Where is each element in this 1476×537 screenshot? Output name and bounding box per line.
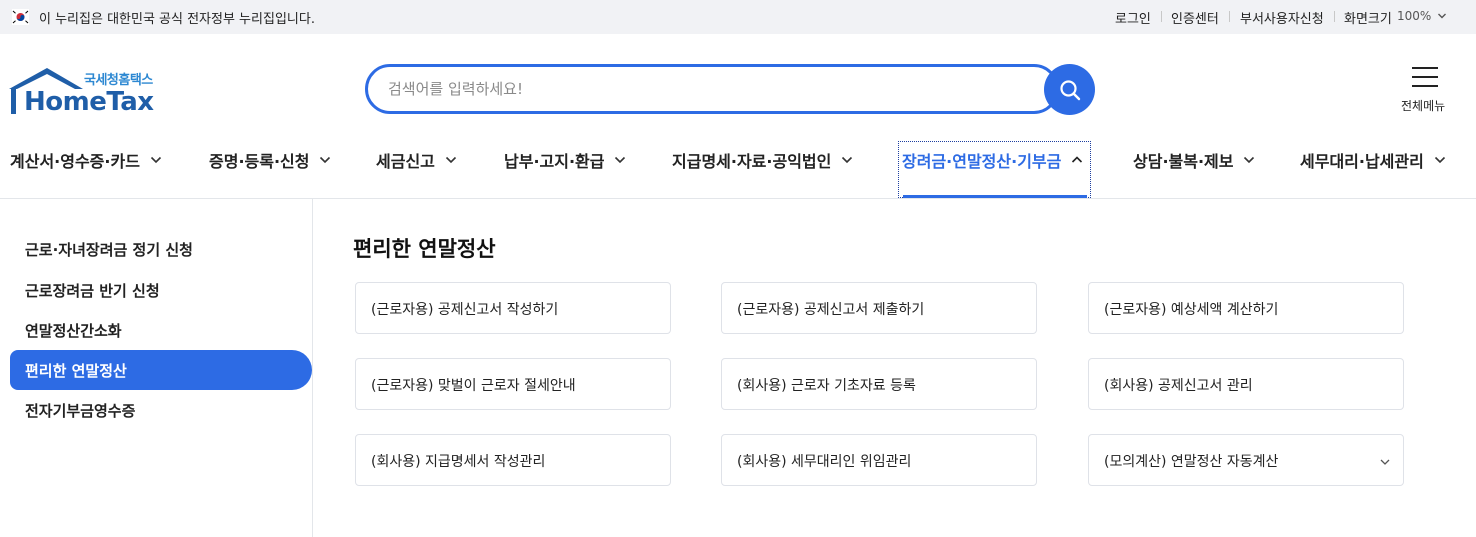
card-label: (근로자용) 맞벌이 근로자 절세안내 (371, 378, 576, 394)
card-label: (회사용) 공제신고서 관리 (1104, 378, 1253, 394)
card-employee-deduction-write[interactable]: (근로자용) 공제신고서 작성하기 (355, 282, 671, 334)
gnb-item-consult-appeal[interactable]: 상담·불복·제보 (1133, 148, 1255, 172)
sidebar-item-semiannual-incentive[interactable]: 근로장려금 반기 신청 (25, 280, 160, 301)
card-company-deduction-manage[interactable]: (회사용) 공제신고서 관리 (1088, 358, 1404, 410)
logo-wordmark[interactable]: HomeTax (24, 87, 154, 117)
card-dual-income-guide[interactable]: (근로자용) 맞벌이 근로자 절세안내 (355, 358, 671, 410)
sidebar-item-donation-receipt[interactable]: 전자기부금영수증 (25, 400, 135, 421)
card-label: (회사용) 세무대리인 위임관리 (737, 454, 912, 470)
korea-flag-icon (12, 9, 29, 25)
gnb-item-incentive-yearend[interactable]: 장려금·연말정산·기부금 (902, 148, 1083, 172)
gov-notice-text: 이 누리집은 대한민국 공식 전자정부 누리집입니다. (39, 12, 315, 27)
search-input[interactable] (388, 67, 1028, 111)
card-employee-tax-estimate[interactable]: (근로자용) 예상세액 계산하기 (1088, 282, 1404, 334)
gov-top-bar: 이 누리집은 대한민국 공식 전자정부 누리집입니다. 로그인 인증센터 부서사… (0, 0, 1476, 34)
chevron-down-icon (615, 156, 626, 164)
card-employee-deduction-submit[interactable]: (근로자용) 공제신고서 제출하기 (721, 282, 1037, 334)
gnb-item-payment-refund[interactable]: 납부·고지·환급 (504, 148, 626, 172)
all-menu-label[interactable]: 전체메뉴 (1401, 97, 1445, 114)
chevron-down-icon (1434, 156, 1445, 164)
sidebar-item-regular-incentive[interactable]: 근로·자녀장려금 정기 신청 (25, 239, 193, 260)
chevron-down-icon (1244, 156, 1255, 164)
gnb-item-label: 증명·등록·신청 (209, 152, 310, 171)
search-button[interactable] (1044, 64, 1095, 115)
card-label: (근로자용) 공제신고서 작성하기 (371, 302, 559, 318)
gnb-item-label: 상담·불복·제보 (1133, 152, 1234, 171)
gnb-item-payment-statement[interactable]: 지급명세·자료·공익법인 (672, 148, 853, 172)
card-company-basic-data[interactable]: (회사용) 근로자 기초자료 등록 (721, 358, 1037, 410)
chevron-down-icon[interactable] (1436, 10, 1448, 22)
divider (1229, 11, 1230, 22)
search-box (365, 64, 1059, 114)
chevron-down-icon (842, 156, 853, 164)
divider (1334, 11, 1335, 22)
sidebar-item-simplified-yearend[interactable]: 연말정산간소화 (25, 320, 122, 341)
card-label: (모의계산) 연말정산 자동계산 (1104, 454, 1279, 470)
card-label: (근로자용) 예상세액 계산하기 (1104, 302, 1279, 318)
chevron-up-icon (1072, 156, 1083, 163)
gnb-item-tax-agent[interactable]: 세무대리·납세관리 (1300, 148, 1446, 172)
divider (1161, 11, 1162, 22)
screen-size-label[interactable]: 화면크기 (1344, 8, 1392, 27)
gnb-item-label: 세금신고 (376, 152, 435, 171)
gnb-item-label: 세무대리·납세관리 (1300, 152, 1424, 171)
search-icon (1059, 79, 1080, 100)
dept-user-apply-link[interactable]: 부서사용자신청 (1240, 8, 1324, 27)
cert-center-link[interactable]: 인증센터 (1171, 8, 1219, 27)
gnb-item-certificate[interactable]: 증명·등록·신청 (209, 148, 331, 172)
chevron-down-icon (445, 156, 456, 164)
hamburger-menu-icon[interactable] (1411, 66, 1439, 88)
chevron-down-icon (1380, 459, 1390, 465)
card-mock-yearend-calc[interactable]: (모의계산) 연말정산 자동계산 (1088, 434, 1404, 486)
zoom-level[interactable]: 100% (1397, 9, 1431, 23)
sidebar-item-convenient-yearend[interactable]: 편리한 연말정산 (25, 360, 127, 381)
chevron-down-icon (320, 156, 331, 164)
chevron-down-icon (150, 156, 161, 164)
card-company-agent-delegation[interactable]: (회사용) 세무대리인 위임관리 (721, 434, 1037, 486)
gnb-item-label: 계산서·영수증·카드 (10, 152, 140, 171)
gnb-item-label: 장려금·연말정산·기부금 (902, 152, 1062, 171)
gnb-item-tax-return[interactable]: 세금신고 (376, 148, 457, 172)
page-title: 편리한 연말정산 (353, 237, 496, 261)
login-link[interactable]: 로그인 (1115, 8, 1151, 27)
card-company-payment-statement[interactable]: (회사용) 지급명세서 작성관리 (355, 434, 671, 486)
card-label: (근로자용) 공제신고서 제출하기 (737, 302, 925, 318)
gnb-item-label: 납부·고지·환급 (504, 152, 605, 171)
card-label: (회사용) 지급명세서 작성관리 (371, 454, 546, 470)
logo-subtitle: 국세청홈택스 (84, 73, 153, 88)
card-label: (회사용) 근로자 기초자료 등록 (737, 378, 916, 394)
gnb-item-invoice-receipt-card[interactable]: 계산서·영수증·카드 (10, 148, 162, 172)
gnb-item-label: 지급명세·자료·공익법인 (672, 152, 832, 171)
